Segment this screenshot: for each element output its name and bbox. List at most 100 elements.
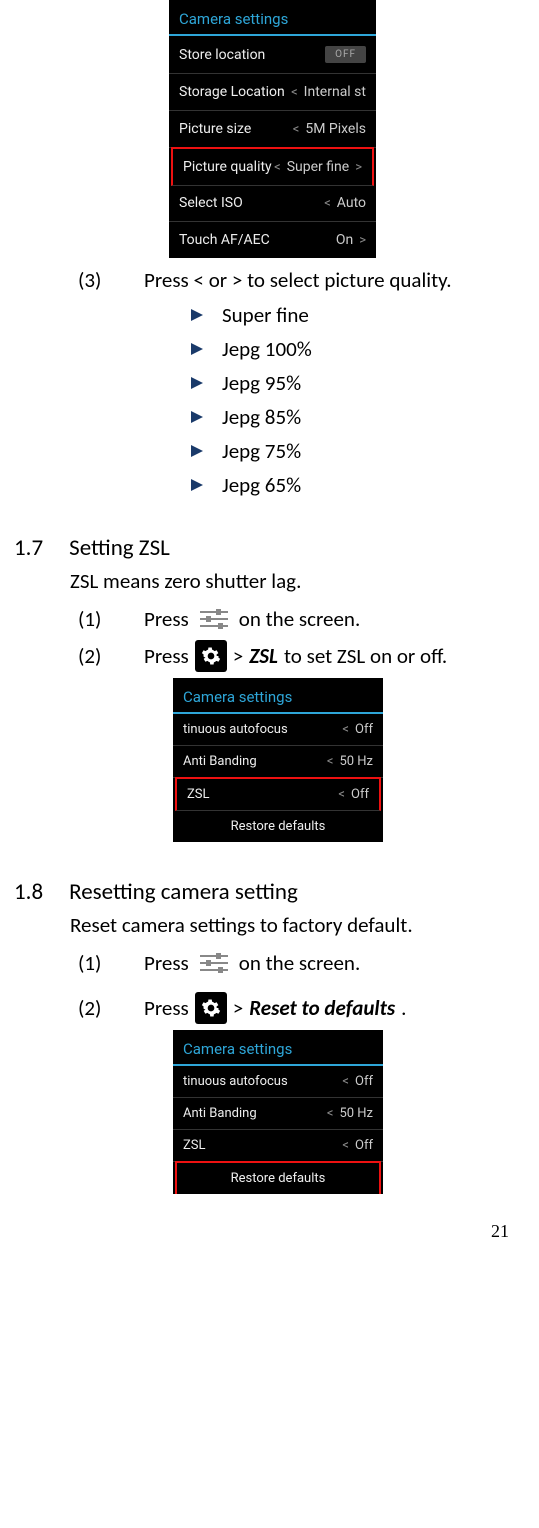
chevron-left-icon[interactable]: <: [342, 1074, 349, 1089]
settings-row[interactable]: Touch AF/AECOn >: [169, 222, 376, 258]
settings-row-value[interactable]: <Internal st: [291, 84, 366, 100]
android-rows-3: tinuous autofocus<OffAnti Banding<50 HzZ…: [173, 1066, 383, 1194]
chevron-left-icon[interactable]: <: [327, 1106, 334, 1121]
settings-row[interactable]: ZSL<Off: [175, 777, 381, 811]
chevron-left-icon[interactable]: <: [274, 160, 281, 175]
step-number: (3): [78, 267, 108, 293]
section-1-7: 1.7 Setting ZSL ZSL means zero shutter l…: [10, 534, 529, 842]
step-post: on the screen.: [239, 949, 361, 977]
list-item-label: Jepg 85%: [222, 404, 301, 430]
settings-row[interactable]: Store locationOFF: [169, 36, 376, 74]
android-rows-2: tinuous autofocus<OffAnti Banding<50 HzZ…: [173, 714, 383, 842]
step-number: (2): [78, 995, 108, 1021]
settings-row[interactable]: Storage Location<Internal st: [169, 74, 376, 111]
settings-row[interactable]: tinuous autofocus<Off: [173, 714, 383, 746]
chevron-left-icon[interactable]: <: [338, 787, 345, 802]
section-heading: 1.8 Resetting camera setting: [10, 878, 529, 906]
settings-row-label: ZSL: [183, 1138, 342, 1153]
section-subtitle: ZSL means zero shutter lag.: [10, 568, 529, 594]
step-text: Press on the screen.: [144, 948, 360, 978]
android-header: Camera settings: [169, 0, 376, 36]
chevron-left-icon[interactable]: <: [342, 722, 349, 737]
gear-icon: [195, 992, 227, 1024]
settings-row-label: Touch AF/AEC: [179, 232, 336, 248]
page-number: 21: [10, 1221, 529, 1242]
settings-row[interactable]: Select ISO<Auto: [169, 185, 376, 222]
gear-icon: [195, 640, 227, 672]
bullet-arrow-icon: [190, 376, 204, 390]
list-item-label: Jepg 100%: [222, 336, 312, 362]
settings-row-label: tinuous autofocus: [183, 1074, 342, 1089]
settings-row[interactable]: Picture quality< Super fine >: [171, 147, 374, 186]
toggle-off-pill[interactable]: OFF: [325, 46, 366, 63]
section-heading: 1.7 Setting ZSL: [10, 534, 529, 562]
screenshot-camera-settings-2: Camera settings tinuous autofocus<OffAnt…: [173, 678, 383, 842]
android-rows-1: Store locationOFFStorage Location<Intern…: [169, 36, 376, 258]
settings-row-value[interactable]: <5M Pixels: [293, 121, 366, 137]
settings-row[interactable]: Anti Banding<50 Hz: [173, 746, 383, 778]
section-1-8: 1.8 Resetting camera setting Reset camer…: [10, 878, 529, 1194]
screenshot-camera-settings-3: Camera settings tinuous autofocus<OffAnt…: [173, 1030, 383, 1194]
chevron-left-icon[interactable]: <: [293, 122, 300, 137]
settings-row-label: Store location: [179, 47, 325, 63]
settings-row-value[interactable]: <Off: [338, 787, 369, 802]
list-item-label: Jepg 65%: [222, 472, 301, 498]
settings-row-value[interactable]: < Super fine >: [274, 159, 362, 175]
settings-row-value[interactable]: <Off: [342, 1074, 373, 1089]
chevron-right-icon[interactable]: >: [359, 233, 366, 248]
chevron-left-icon[interactable]: <: [324, 196, 331, 211]
android-header: Camera settings: [173, 678, 383, 714]
step-1-8-1: (1) Press on the screen.: [10, 948, 529, 978]
step-post: on the screen.: [239, 605, 361, 633]
step-number: (1): [78, 606, 108, 632]
step-number: (2): [78, 643, 108, 669]
bullet-arrow-icon: [190, 342, 204, 356]
section-title: Setting ZSL: [69, 534, 170, 562]
chevron-left-icon[interactable]: <: [327, 754, 334, 769]
chevron-left-icon[interactable]: <: [291, 85, 298, 100]
list-item: Jepg 85%: [190, 404, 529, 430]
settings-row-label: Select ISO: [179, 195, 324, 211]
settings-row[interactable]: Restore defaults: [175, 1161, 381, 1194]
settings-row-value[interactable]: <50 Hz: [327, 754, 373, 769]
chevron-left-icon[interactable]: <: [342, 1138, 349, 1153]
settings-row[interactable]: Restore defaults: [173, 810, 383, 842]
step-post: to set ZSL on or off.: [284, 642, 447, 670]
step-pre: Press: [144, 605, 189, 633]
quality-options-list: Super fineJepg 100%Jepg 95%Jepg 85%Jepg …: [10, 302, 529, 498]
settings-row-value-text: Super fine: [287, 159, 349, 175]
chevron-right-icon[interactable]: >: [355, 160, 362, 175]
step-1-7-1: (1) Press on the screen.: [10, 604, 529, 634]
bullet-arrow-icon: [190, 444, 204, 458]
bullet-arrow-icon: [190, 410, 204, 424]
settings-row-value-text: 50 Hz: [339, 1106, 373, 1121]
settings-row-value-text: Off: [355, 1138, 373, 1153]
settings-row-value[interactable]: On >: [336, 232, 366, 248]
settings-row-value-text: On: [336, 232, 353, 248]
step-mid: >: [233, 994, 243, 1022]
settings-row[interactable]: tinuous autofocus<Off: [173, 1066, 383, 1098]
step-pre: Press: [144, 994, 189, 1022]
settings-row-value[interactable]: < Off: [342, 722, 373, 737]
settings-row-label: Picture quality: [183, 159, 274, 175]
settings-row[interactable]: Picture size<5M Pixels: [169, 111, 376, 148]
list-item: Super fine: [190, 302, 529, 328]
step-text: Press > Reset to defaults.: [144, 992, 406, 1024]
settings-row-value-text: Off: [355, 722, 373, 737]
settings-row-label: Anti Banding: [183, 754, 327, 769]
step-text: Press < or > to select picture quality.: [144, 266, 452, 294]
step-pre: Press: [144, 949, 189, 977]
settings-row-value[interactable]: <50 Hz: [327, 1106, 373, 1121]
settings-row-value[interactable]: <Auto: [324, 195, 366, 211]
section-subtitle: Reset camera settings to factory default…: [10, 912, 529, 938]
settings-row[interactable]: ZSL< Off: [173, 1130, 383, 1162]
step-text: Press > ZSL to set ZSL on or off.: [144, 640, 447, 672]
settings-row[interactable]: Anti Banding<50 Hz: [173, 1098, 383, 1130]
settings-row-value[interactable]: < Off: [342, 1138, 373, 1153]
section-title: Resetting camera setting: [69, 878, 298, 906]
screenshot-camera-settings-1: Camera settings Store locationOFFStorage…: [169, 0, 376, 258]
step-mid: >: [233, 642, 243, 670]
settings-row-label: Restore defaults: [231, 1171, 326, 1186]
sliders-icon: [195, 948, 233, 978]
step-1-7-2: (2) Press > ZSL to set ZSL on or off.: [10, 640, 529, 672]
